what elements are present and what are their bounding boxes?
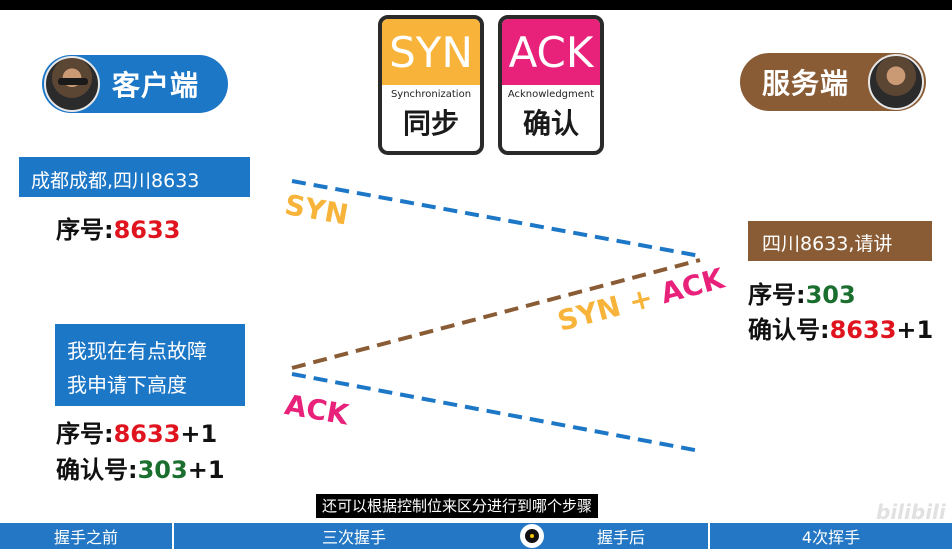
chapter-four-way-wave[interactable]: 4次挥手: [710, 523, 952, 549]
watermark-logo: bilibili: [876, 500, 946, 524]
synack-label-plus: +: [625, 280, 657, 319]
video-subtitle: 还可以根据控制位来区分进行到哪个步骤: [316, 494, 599, 518]
chapter-bar: 握手之前 三次握手 握手后 4次挥手: [0, 523, 952, 549]
chapter-after-handshake[interactable]: 握手后: [534, 523, 708, 549]
handshake-arrows: [291, 179, 701, 453]
syn-arrow: [291, 179, 701, 258]
ack-arrow: [291, 372, 701, 453]
chapter-before-handshake[interactable]: 握手之前: [0, 523, 172, 549]
chapter-three-way-handshake[interactable]: 三次握手: [174, 523, 534, 549]
